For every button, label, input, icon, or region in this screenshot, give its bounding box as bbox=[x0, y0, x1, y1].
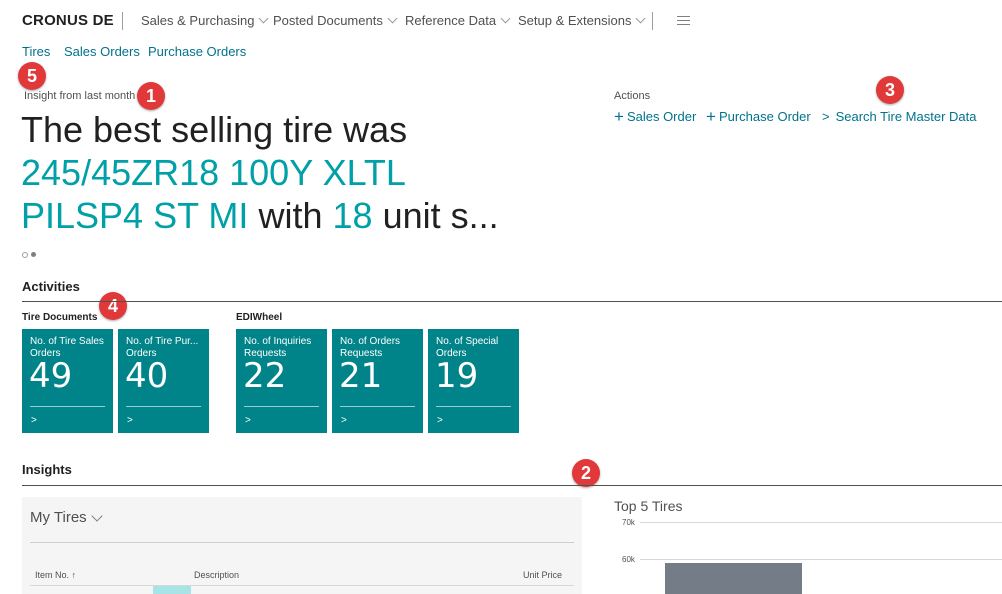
tile-divider bbox=[126, 406, 201, 407]
column-header-description[interactable]: Description bbox=[194, 570, 239, 580]
column-header-item-no[interactable]: Item No. ↑ bbox=[35, 570, 76, 580]
action-label: Search Tire Master Data bbox=[835, 109, 977, 124]
table-header-divider bbox=[30, 585, 574, 586]
action-label: Purchase Order bbox=[718, 109, 811, 124]
tile-value: 19 bbox=[435, 356, 479, 396]
chart-title: Top 5 Tires bbox=[614, 498, 683, 514]
selected-cell[interactable] bbox=[153, 586, 191, 594]
plus-icon: + bbox=[706, 107, 716, 126]
company-name[interactable]: CRONUS DE bbox=[22, 12, 114, 29]
insight-caption: Insight from last month bbox=[24, 90, 136, 102]
subnav-sales-orders[interactable]: Sales Orders bbox=[64, 44, 140, 59]
subnav-tires[interactable]: Tires bbox=[22, 44, 50, 59]
group-title-tire-documents: Tire Documents bbox=[22, 312, 98, 323]
actions-caption: Actions bbox=[614, 90, 651, 102]
chevron-right-icon: > bbox=[245, 415, 251, 426]
subnav-purchase-orders[interactable]: Purchase Orders bbox=[148, 44, 246, 59]
action-search-tire-master-data[interactable]: > Search Tire Master Data bbox=[822, 109, 976, 124]
plus-icon: + bbox=[614, 107, 624, 126]
menu-label: Sales & Purchasing bbox=[141, 13, 255, 28]
tile-inquiries-requests[interactable]: No. of Inquiries Requests 22 > bbox=[236, 329, 327, 433]
panel-divider bbox=[30, 542, 574, 543]
hamburger-menu-icon[interactable] bbox=[677, 16, 690, 28]
callout-badge-2: 2 bbox=[572, 459, 600, 487]
tile-tire-sales-orders[interactable]: No. of Tire Sales Orders 49 > bbox=[22, 329, 113, 433]
tile-value: 49 bbox=[29, 356, 73, 396]
callout-badge-3: 3 bbox=[876, 76, 904, 104]
tile-value: 22 bbox=[243, 356, 287, 396]
tile-tire-purchase-orders[interactable]: No. of Tire Pur... Orders 40 > bbox=[118, 329, 209, 433]
callout-badge-1: 1 bbox=[137, 82, 165, 110]
group-title-ediwheel: EDIWheel bbox=[236, 312, 283, 323]
action-sales-order[interactable]: + Sales Order bbox=[614, 107, 697, 126]
tile-orders-requests[interactable]: No. of Orders Requests 21 > bbox=[332, 329, 423, 433]
action-label: Sales Order bbox=[626, 109, 697, 124]
menu-label: Setup & Extensions bbox=[518, 13, 632, 28]
menu-label: Reference Data bbox=[405, 13, 497, 28]
my-tires-panel bbox=[22, 497, 582, 594]
chevron-right-icon: > bbox=[341, 415, 347, 426]
headline-prefix: The best selling tire was bbox=[21, 109, 408, 150]
tile-divider bbox=[30, 406, 105, 407]
column-header-unit-price[interactable]: Unit Price bbox=[523, 570, 562, 580]
menu-reference-data[interactable]: Reference Data bbox=[405, 13, 511, 28]
menu-posted-documents[interactable]: Posted Documents bbox=[273, 13, 398, 28]
nav-divider bbox=[652, 12, 653, 30]
gridline bbox=[640, 559, 1002, 560]
action-purchase-order[interactable]: + Purchase Order bbox=[706, 107, 811, 126]
chevron-down-icon bbox=[259, 13, 269, 24]
chevron-down-icon bbox=[387, 13, 398, 24]
headline-suffix: unit s... bbox=[382, 195, 499, 236]
tile-special-orders[interactable]: No. of Special Orders 19 > bbox=[428, 329, 519, 433]
y-tick-70k: 70k bbox=[622, 518, 635, 527]
gridline bbox=[640, 522, 1002, 523]
menu-sales-purchasing[interactable]: Sales & Purchasing bbox=[141, 13, 269, 28]
tile-value: 21 bbox=[339, 356, 383, 396]
chevron-down-icon bbox=[636, 13, 646, 24]
chevron-down-icon bbox=[91, 509, 103, 522]
callout-badge-5: 5 bbox=[18, 62, 46, 90]
chevron-right-icon: > bbox=[437, 415, 443, 426]
carousel-dots[interactable] bbox=[22, 252, 36, 258]
carousel-dot-active[interactable] bbox=[31, 252, 36, 257]
tile-divider bbox=[244, 406, 319, 407]
section-divider bbox=[22, 485, 1002, 486]
chevron-right-icon: > bbox=[127, 415, 133, 426]
headline-count: 18 bbox=[332, 195, 373, 236]
activities-title: Activities bbox=[22, 279, 80, 294]
y-tick-60k: 60k bbox=[622, 555, 635, 564]
tile-value: 40 bbox=[125, 356, 169, 396]
nav-divider bbox=[122, 12, 123, 30]
carousel-dot[interactable] bbox=[22, 252, 28, 258]
chevron-right-icon: > bbox=[31, 415, 37, 426]
insights-title: Insights bbox=[22, 462, 72, 477]
menu-setup-extensions[interactable]: Setup & Extensions bbox=[518, 13, 646, 28]
chart-bar[interactable] bbox=[665, 562, 802, 594]
tile-divider bbox=[436, 406, 511, 407]
headline-middle: with bbox=[258, 195, 323, 236]
my-tires-label: My Tires bbox=[30, 509, 87, 526]
menu-label: Posted Documents bbox=[273, 13, 383, 28]
callout-badge-4: 4 bbox=[99, 292, 127, 320]
my-tires-title[interactable]: My Tires bbox=[30, 509, 103, 526]
headline-insight[interactable]: The best selling tire was 245/45ZR18 100… bbox=[21, 108, 521, 237]
chevron-down-icon bbox=[500, 13, 511, 24]
tile-divider bbox=[340, 406, 415, 407]
section-divider bbox=[22, 301, 1002, 302]
chevron-right-icon: > bbox=[822, 109, 830, 124]
